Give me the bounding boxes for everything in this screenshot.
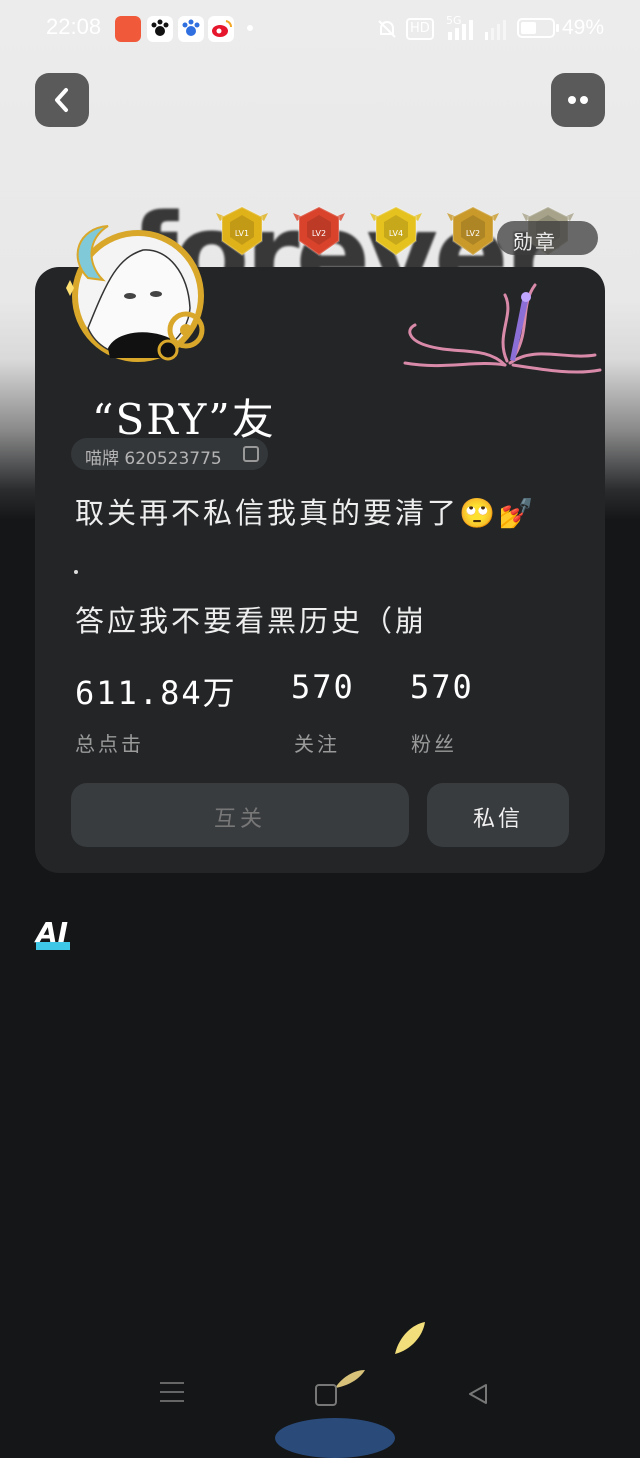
hd-icon: HD — [406, 18, 434, 40]
private-message-button[interactable]: 私信 — [427, 783, 569, 847]
battery-percent: 49% — [562, 16, 605, 39]
baidu-app-icon — [178, 16, 204, 42]
leaf-icon — [395, 1322, 425, 1354]
badge-label: LV4 — [389, 229, 403, 238]
stat-followers-value[interactable]: 570 — [410, 668, 474, 706]
user-id-text: 喵牌 620523775 — [85, 444, 222, 469]
weibo-app-icon — [208, 16, 234, 42]
private-message-label: 私信 — [472, 807, 523, 832]
badge-shield-icon: LV2 — [293, 205, 345, 257]
app-notification-icon — [115, 16, 141, 42]
ai-tag-underline — [36, 942, 70, 950]
level-badge[interactable]: LV4 — [368, 203, 424, 259]
battery-icon — [517, 18, 555, 38]
user-id-value: 620523775 — [124, 449, 222, 469]
bio-line-2: 答应我不要看黑历史（崩 — [75, 604, 428, 638]
stat-total-clicks-value: 611.84万 — [75, 674, 237, 712]
stat-followers-label[interactable]: 粉丝 — [411, 728, 457, 757]
copy-icon[interactable] — [243, 446, 259, 462]
level-badge[interactable]: LV1 — [214, 203, 270, 259]
badge-label: LV1 — [235, 229, 249, 238]
avatar-image — [66, 225, 205, 362]
status-time: 22:08 — [46, 14, 102, 39]
tentacle-decoration — [403, 283, 602, 374]
mutual-follow-button[interactable]: 互关 — [71, 783, 409, 847]
level-badge[interactable]: LV2 — [445, 203, 501, 259]
status-bar: 22:08 HD 5G 49% — [0, 0, 640, 58]
nav-back-button[interactable] — [466, 1382, 490, 1406]
stat-total-clicks-label: 总点击 — [75, 732, 144, 756]
bio-dot — [74, 570, 78, 574]
badge-shield-icon: LV1 — [216, 205, 268, 257]
more-dots-icon — [568, 96, 588, 104]
mutual-follow-label: 互关 — [213, 807, 266, 832]
chevron-right-icon: › — [513, 227, 523, 248]
user-id-label: 喵牌 — [85, 449, 119, 469]
more-notifications-dot — [247, 25, 253, 31]
badge-label: LV2 — [466, 229, 480, 238]
level-badge[interactable]: LV2 — [291, 203, 347, 259]
nav-recent-apps-button[interactable] — [160, 1382, 184, 1409]
more-options-button[interactable] — [551, 73, 605, 127]
chevron-left-icon — [55, 88, 68, 112]
badge-label: LV2 — [312, 229, 326, 238]
medals-button[interactable]: 勋章 › — [497, 221, 598, 255]
user-id-pill[interactable]: 喵牌 620523775 — [71, 438, 268, 470]
leaf-small-icon — [335, 1370, 365, 1388]
signal-icon — [448, 20, 473, 40]
stat-following-value[interactable]: 570 — [291, 668, 355, 706]
battery-tip — [556, 24, 559, 32]
badge-shield-icon: LV2 — [447, 205, 499, 257]
badge-shield-icon: LV4 — [370, 205, 422, 257]
paw-app-icon — [147, 16, 173, 42]
floating-blob-decoration — [275, 1418, 395, 1458]
avatar[interactable] — [58, 218, 210, 370]
signal-2-icon — [485, 20, 506, 40]
nav-home-button[interactable] — [315, 1384, 337, 1406]
stat-following-label[interactable]: 关注 — [294, 728, 340, 757]
mute-bell-icon — [378, 20, 396, 38]
bio-line-1: 取关再不私信我真的要清了🙄💅 — [75, 496, 538, 530]
back-button[interactable] — [35, 73, 89, 127]
